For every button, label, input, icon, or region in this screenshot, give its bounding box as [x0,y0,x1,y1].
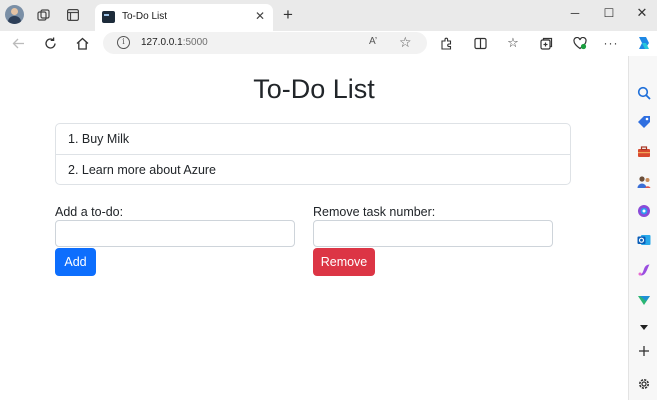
add-button[interactable]: Add [55,248,96,276]
terminal-icon [102,11,115,23]
maximize-button[interactable]: ☐ [599,3,619,23]
toolbox-icon[interactable] [637,145,651,159]
task-item: 2. Learn more about Azure [56,154,570,184]
avatar-body [8,16,21,24]
edge-sidebar [628,56,657,400]
back-icon[interactable] [9,34,27,52]
add-todo-label: Add a to-do: [55,205,124,219]
minimize-button[interactable]: ─ [565,3,585,23]
remove-task-input[interactable] [313,220,553,247]
avatar-head [11,8,18,15]
address-port: :5000 [182,37,208,48]
favorites-icon[interactable]: ☆ [504,34,522,52]
shopping-tag-icon[interactable] [637,115,651,129]
remove-button[interactable]: Remove [313,248,375,276]
read-aloud-icon[interactable]: A’ [369,36,377,47]
collections-icon[interactable] [537,34,555,52]
people-icon[interactable] [637,175,651,189]
tab-actions-icon[interactable] [64,6,82,24]
more-options-icon[interactable]: ··· [602,34,620,52]
page-title: To-Do List [253,74,375,104]
close-window-button[interactable]: ✕ [632,3,652,23]
designer-icon[interactable] [637,263,651,277]
tab-title: To-Do List [122,11,168,22]
chevron-down-icon[interactable] [637,320,651,334]
new-tab-button[interactable]: + [278,5,298,25]
add-icon[interactable] [637,344,651,358]
address-text[interactable]: 127.0.0.1:5000 [141,37,208,48]
search-icon[interactable] [637,86,651,100]
extensions-icon[interactable] [437,34,455,52]
home-icon[interactable] [73,34,91,52]
add-todo-input[interactable] [55,220,295,247]
info-icon[interactable]: i [117,36,130,49]
address-bar[interactable]: i 127.0.0.1:5000 A’ ☆ [103,32,427,54]
outlook-icon[interactable] [637,233,651,247]
task-item: 1. Buy Milk [68,132,130,146]
favorite-star-icon[interactable]: ☆ [399,34,412,51]
drop-icon[interactable] [637,293,651,307]
workspaces-icon[interactable] [34,6,52,24]
copilot-icon[interactable] [634,33,654,53]
split-screen-icon[interactable] [471,34,489,52]
address-host: 127.0.0.1 [141,37,183,48]
tab-todo[interactable]: To-Do List ✕ [95,4,273,31]
tab-bar: To-Do List ✕ + ─ ☐ ✕ [0,0,657,31]
page-content: To-Do List 1. Buy Milk 2. Learn more abo… [0,56,628,400]
browser-essentials-icon[interactable] [571,34,589,52]
refresh-icon[interactable] [41,34,59,52]
remove-task-label: Remove task number: [313,205,436,219]
copilot-m365-icon[interactable] [637,204,651,218]
settings-icon[interactable] [637,377,651,391]
close-tab-icon[interactable]: ✕ [255,9,265,23]
browser-toolbar: i 127.0.0.1:5000 A’ ☆ ☆ ··· [0,31,657,56]
profile-avatar[interactable] [5,5,24,24]
task-list: 1. Buy Milk 2. Learn more about Azure [55,123,571,185]
